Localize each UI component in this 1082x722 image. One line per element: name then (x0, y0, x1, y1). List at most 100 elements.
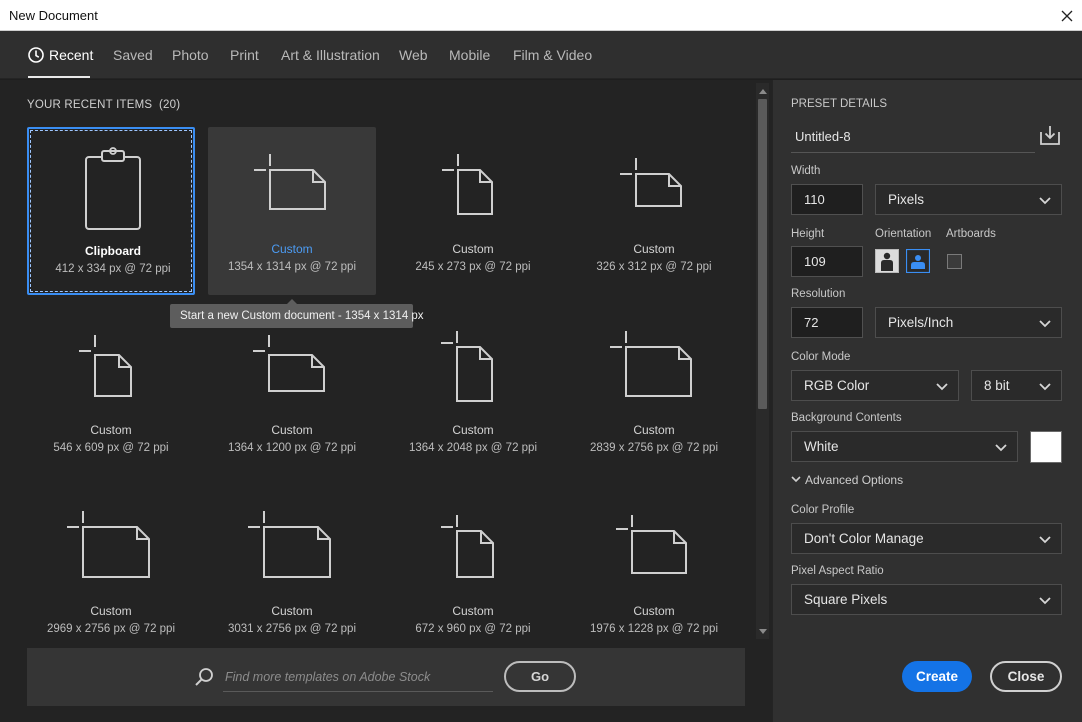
chevron-down-icon (995, 444, 1007, 452)
custom-document-icon (441, 331, 493, 402)
item-size: 672 x 960 px @ 72 ppi (415, 623, 531, 635)
width-unit-value: Pixels (888, 192, 925, 207)
item-name: Custom (271, 242, 313, 256)
recent-item-tile[interactable]: Clipboard 412 x 334 px @ 72 ppi (27, 127, 195, 295)
item-size: 326 x 312 px @ 72 ppi (596, 261, 712, 273)
pixel-aspect-ratio-value: Square Pixels (804, 592, 888, 607)
resolution-input[interactable]: 72 (791, 307, 863, 338)
document-name-field[interactable]: Untitled-8 (791, 122, 1035, 153)
tab-recent-label: Recent (49, 47, 94, 63)
bit-depth-dropdown[interactable]: 8 bit (971, 370, 1062, 401)
clock-icon (28, 47, 44, 63)
go-button[interactable]: Go (504, 661, 576, 692)
window-title: New Document (9, 8, 98, 23)
save-preset-icon[interactable] (1039, 124, 1061, 146)
close-button[interactable]: Close (990, 661, 1062, 692)
portrait-orientation-icon[interactable] (875, 249, 899, 273)
advanced-options-label: Advanced Options (805, 473, 904, 487)
tab-recent[interactable]: Recent (28, 47, 93, 63)
recent-item-tile[interactable]: Custom 1354 x 1314 px @ 72 ppi (208, 127, 376, 295)
background-contents-dropdown[interactable]: White (791, 431, 1018, 462)
artboards-checkbox[interactable] (947, 254, 962, 269)
item-name: Custom (271, 604, 313, 618)
preset-details-heading: PRESET DETAILS (791, 98, 888, 110)
stock-search-bar: Go (27, 648, 745, 706)
item-name: Custom (90, 423, 132, 437)
recent-item-tile[interactable]: Custom 546 x 609 px @ 72 ppi (27, 308, 195, 476)
recent-items-heading: YOUR RECENT ITEMS (20) (27, 99, 180, 111)
chevron-down-icon (1039, 197, 1051, 205)
recent-heading-text: YOUR RECENT ITEMS (27, 99, 153, 111)
scroll-down-icon[interactable] (758, 626, 767, 636)
tooltip-text: Start a new Custom document - 1354 x 131… (180, 310, 424, 322)
item-size: 245 x 273 px @ 72 ppi (415, 261, 531, 273)
color-profile-value: Don't Color Manage (804, 531, 924, 546)
color-mode-label: Color Mode (791, 351, 851, 363)
item-size: 412 x 334 px @ 72 ppi (55, 263, 171, 275)
recent-items-pane: YOUR RECENT ITEMS (20) Clipboard 412 x 3… (0, 80, 772, 722)
pixel-aspect-ratio-dropdown[interactable]: Square Pixels (791, 584, 1062, 615)
recent-item-tile[interactable]: Custom 1364 x 1200 px @ 72 ppi (208, 308, 376, 476)
item-size: 2969 x 2756 px @ 72 ppi (46, 623, 176, 635)
scrollbar-thumb[interactable] (758, 99, 767, 409)
recent-item-tile[interactable]: Custom 3031 x 2756 px @ 72 ppi (208, 489, 376, 657)
item-size: 1354 x 1314 px @ 72 ppi (227, 261, 357, 273)
create-button[interactable]: Create (902, 661, 972, 692)
clipboard-icon (85, 147, 141, 230)
chevron-down-icon (791, 476, 801, 483)
window-close-button[interactable] (1052, 0, 1082, 31)
chevron-down-icon (1039, 320, 1051, 328)
custom-document-icon (254, 154, 326, 210)
background-color-swatch[interactable] (1030, 431, 1062, 463)
recent-item-tile[interactable]: Custom 672 x 960 px @ 72 ppi (389, 489, 557, 657)
recent-item-tile[interactable]: Custom 2969 x 2756 px @ 72 ppi (27, 489, 195, 657)
recent-item-tile[interactable]: Custom 245 x 273 px @ 72 ppi (389, 127, 557, 295)
active-tab-indicator (28, 76, 90, 78)
recent-item-tile[interactable]: Custom 1976 x 1228 px @ 72 ppi (570, 489, 738, 657)
resolution-unit-dropdown[interactable]: Pixels/Inch (875, 307, 1062, 338)
custom-document-icon (620, 158, 682, 207)
item-name: Custom (633, 242, 675, 256)
tile-tooltip: Start a new Custom document - 1354 x 131… (170, 299, 424, 328)
recent-count: (20) (159, 99, 181, 111)
advanced-options-toggle[interactable]: Advanced Options (791, 473, 903, 487)
artboards-label: Artboards (946, 228, 996, 240)
custom-document-icon (248, 511, 331, 578)
chevron-down-icon (936, 383, 948, 391)
item-name: Custom (452, 604, 494, 618)
scroll-up-icon[interactable] (758, 86, 767, 96)
pixel-aspect-ratio-label: Pixel Aspect Ratio (791, 565, 884, 577)
custom-document-icon (67, 511, 150, 578)
width-input[interactable]: 110 (791, 184, 863, 215)
stock-search-input[interactable] (223, 662, 493, 692)
custom-document-icon (616, 515, 687, 574)
recent-item-tile[interactable]: Custom 326 x 312 px @ 72 ppi (570, 127, 738, 295)
custom-document-icon (610, 331, 692, 397)
tab-saved[interactable]: Saved (113, 47, 153, 63)
tab-print[interactable]: Print (230, 47, 259, 63)
item-size: 546 x 609 px @ 72 ppi (53, 442, 169, 454)
category-tabs: Recent Saved Photo Print Art & Illustrat… (0, 31, 1082, 79)
color-profile-dropdown[interactable]: Don't Color Manage (791, 523, 1062, 554)
custom-document-icon (441, 515, 494, 578)
landscape-orientation-icon[interactable] (906, 249, 930, 273)
recent-scrollbar[interactable] (756, 83, 769, 639)
color-mode-dropdown[interactable]: RGB Color (791, 370, 959, 401)
tab-photo[interactable]: Photo (172, 47, 209, 63)
orientation-label: Orientation (875, 228, 932, 240)
width-unit-dropdown[interactable]: Pixels (875, 184, 1062, 215)
item-size: 2839 x 2756 px @ 72 ppi (589, 442, 719, 454)
background-contents-value: White (804, 439, 839, 454)
tab-web[interactable]: Web (399, 47, 428, 63)
resolution-label: Resolution (791, 288, 846, 300)
background-contents-label: Background Contents (791, 412, 902, 424)
width-label: Width (791, 165, 821, 177)
tab-art-illustration[interactable]: Art & Illustration (281, 47, 380, 63)
item-name: Clipboard (85, 244, 141, 258)
height-input[interactable]: 109 (791, 246, 863, 277)
item-size: 3031 x 2756 px @ 72 ppi (227, 623, 357, 635)
tab-film-video[interactable]: Film & Video (513, 47, 592, 63)
tab-mobile[interactable]: Mobile (449, 47, 490, 63)
recent-item-tile[interactable]: Custom 2839 x 2756 px @ 72 ppi (570, 308, 738, 476)
recent-item-tile[interactable]: Custom 1364 x 2048 px @ 72 ppi (389, 308, 557, 476)
